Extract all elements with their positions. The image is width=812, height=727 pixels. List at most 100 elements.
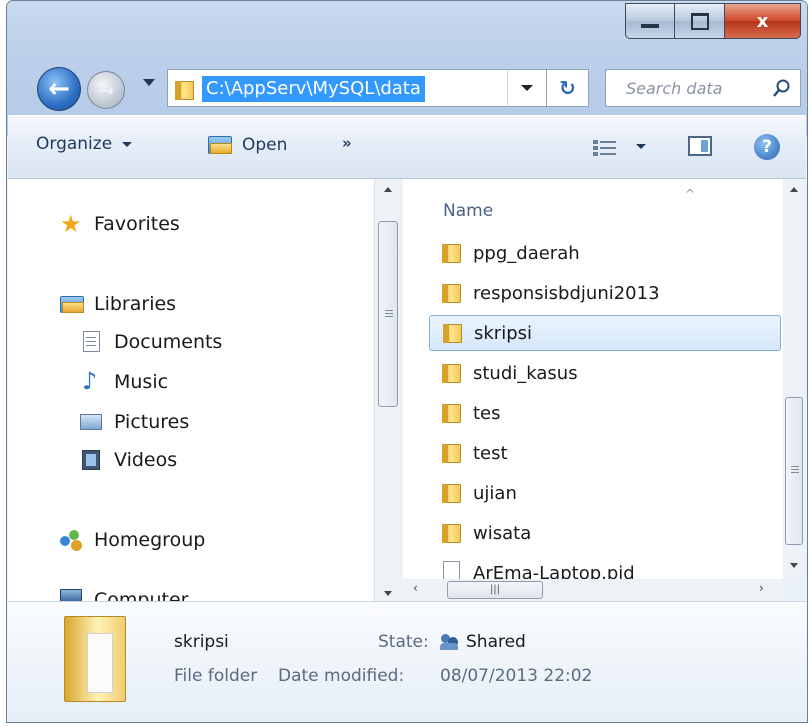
sort-ascending-icon: ^ <box>685 187 696 201</box>
scrollbar-thumb[interactable] <box>378 221 398 407</box>
folder-icon <box>441 401 463 425</box>
nav-favorites[interactable]: ★ Favorites <box>60 210 180 238</box>
list-item-selected[interactable]: skripsi <box>429 315 781 351</box>
name-column-header[interactable]: Name <box>443 201 493 221</box>
item-name: test <box>473 442 508 464</box>
scroll-up-arrow-icon[interactable] <box>790 187 798 192</box>
nav-documents-label: Documents <box>114 331 223 353</box>
details-pane: skripsi File folder State: Shared Date m… <box>8 601 806 722</box>
list-item[interactable]: tes <box>429 395 781 431</box>
nav-computer[interactable]: Computer <box>60 589 188 601</box>
chevron-down-icon <box>122 141 133 147</box>
open-folder-icon <box>208 134 234 156</box>
close-button[interactable]: x <box>725 3 801 39</box>
folder-icon <box>441 361 463 385</box>
nav-pictures-label: Pictures <box>114 411 190 433</box>
search-icon[interactable] <box>772 78 792 98</box>
minimize-button[interactable] <box>625 3 675 39</box>
folder-icon <box>441 481 463 505</box>
nav-homegroup-label: Homegroup <box>94 529 206 551</box>
preview-pane-icon[interactable] <box>688 136 712 156</box>
search-placeholder[interactable]: Search data <box>626 79 722 98</box>
view-options-chevron-icon[interactable] <box>636 144 646 149</box>
open-button[interactable]: Open <box>208 134 287 156</box>
folder-icon <box>441 441 463 465</box>
scrollbar-thumb[interactable] <box>785 397 803 545</box>
item-name: studi_kasus <box>473 362 578 384</box>
details-state: Shared <box>440 632 526 652</box>
details-item-type: File folder <box>174 666 258 686</box>
list-item[interactable]: ArEma-Laptop.pid <box>429 555 781 579</box>
nav-libraries[interactable]: Libraries <box>60 293 176 315</box>
maximize-button[interactable] <box>675 3 725 39</box>
scroll-down-arrow-icon[interactable] <box>790 563 798 568</box>
item-name: ujian <box>473 482 517 504</box>
details-date-value: 08/07/2013 22:02 <box>440 666 593 686</box>
list-item[interactable]: ppg_daerah <box>429 235 781 271</box>
maximize-icon <box>690 12 709 30</box>
nav-videos[interactable]: Videos <box>80 449 177 471</box>
list-item[interactable]: test <box>429 435 781 471</box>
nav-computer-label: Computer <box>94 589 189 601</box>
homegroup-icon <box>60 529 84 551</box>
more-commands-button[interactable]: » <box>342 134 352 152</box>
open-label: Open <box>242 135 288 155</box>
folder-icon <box>441 521 463 545</box>
nav-videos-label: Videos <box>114 449 178 471</box>
change-view-icon[interactable] <box>592 138 618 158</box>
nav-homegroup[interactable]: Homegroup <box>60 529 205 551</box>
scroll-up-arrow-icon[interactable] <box>384 187 392 192</box>
nav-documents[interactable]: Documents <box>80 331 222 353</box>
chevron-down-icon <box>521 85 533 91</box>
help-icon[interactable]: ? <box>754 134 780 160</box>
address-history-dropdown[interactable] <box>507 70 546 106</box>
minimize-icon <box>641 24 659 28</box>
list-item[interactable]: responsisbdjuni2013 <box>429 275 781 311</box>
nav-pictures[interactable]: Pictures <box>80 411 189 433</box>
details-state-value: Shared <box>466 632 526 652</box>
forward-button[interactable]: → <box>87 71 125 109</box>
scroll-right-arrow-icon[interactable]: › <box>759 581 764 595</box>
file-list-horizontal-scrollbar[interactable]: ‹ ||| › <box>403 579 783 601</box>
videos-icon <box>80 449 104 471</box>
file-list-vertical-scrollbar[interactable] <box>783 179 805 579</box>
list-item[interactable]: studi_kasus <box>429 355 781 391</box>
scroll-down-arrow-icon[interactable] <box>384 591 392 596</box>
search-box[interactable]: Search data <box>605 69 801 107</box>
list-item[interactable]: wisata <box>429 515 781 551</box>
file-icon <box>441 561 463 579</box>
details-date-label: Date modified: <box>278 666 405 686</box>
window-controls: x <box>625 3 801 41</box>
nav-music[interactable]: ♪ Music <box>80 367 168 395</box>
address-bar[interactable]: C:\AppServ\MySQL\data <box>167 69 547 107</box>
music-icon: ♪ <box>82 367 98 395</box>
folder-icon <box>174 78 196 100</box>
scrollbar-thumb[interactable]: ||| <box>447 581 543 599</box>
item-name: ppg_daerah <box>473 242 580 264</box>
folder-icon <box>442 321 464 345</box>
scroll-left-arrow-icon[interactable]: ‹ <box>413 581 418 595</box>
navigation-pane: ★ Favorites Libraries Documents ♪ Music <box>8 179 374 601</box>
organize-menu[interactable]: Organize <box>36 134 133 154</box>
shared-users-icon <box>440 632 460 650</box>
nav-favorites-label: Favorites <box>94 213 180 235</box>
item-name: tes <box>473 402 501 424</box>
back-button[interactable]: ← <box>37 67 81 111</box>
computer-icon <box>60 589 84 601</box>
item-name: skripsi <box>474 322 533 344</box>
file-list: ^ Name ppg_daerah responsisbdjuni2013 sk… <box>403 179 783 579</box>
folder-icon-shape <box>175 81 194 100</box>
details-item-name: skripsi <box>174 632 229 652</box>
navigation-pane-scrollbar[interactable] <box>374 179 403 601</box>
back-arrow-icon: ← <box>48 74 70 104</box>
recent-pages-dropdown[interactable] <box>143 79 155 86</box>
details-state-label: State: <box>378 632 429 652</box>
organize-label: Organize <box>36 134 113 154</box>
list-item[interactable]: ujian <box>429 475 781 511</box>
refresh-button[interactable]: ↻ <box>547 69 589 107</box>
documents-icon <box>80 331 104 353</box>
libraries-icon <box>60 293 84 315</box>
command-bar: Organize Open » ? <box>8 115 806 179</box>
star-icon: ★ <box>60 210 82 238</box>
address-path[interactable]: C:\AppServ\MySQL\data <box>202 76 425 102</box>
